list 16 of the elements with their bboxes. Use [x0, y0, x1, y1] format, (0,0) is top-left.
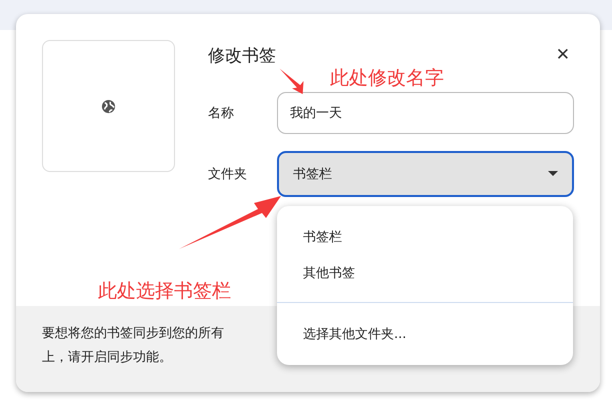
- annotation-text: 此处选择书签栏: [98, 279, 231, 304]
- arrow-icon: [278, 66, 306, 96]
- globe-icon: [101, 98, 116, 114]
- menu-item[interactable]: 其他书签: [303, 264, 547, 282]
- folder-dropdown[interactable]: 书签栏: [277, 151, 574, 197]
- field-label: 名称: [208, 105, 235, 122]
- close-button[interactable]: ✕: [552, 45, 574, 65]
- field-label: 文件夹: [208, 166, 248, 183]
- sync-text: 上，请开启同步功能。: [42, 349, 172, 366]
- name-field[interactable]: 我的一天: [277, 92, 574, 134]
- dialog-title: 修改书签: [208, 44, 276, 66]
- sync-text: 要想将您的书签同步到您的所有: [42, 325, 224, 342]
- menu-item[interactable]: 书签栏: [303, 228, 547, 246]
- caret-icon: [548, 171, 558, 177]
- annotation-text: 此处修改名字: [330, 66, 444, 91]
- menu-item[interactable]: 选择其他文件夹...: [303, 325, 547, 343]
